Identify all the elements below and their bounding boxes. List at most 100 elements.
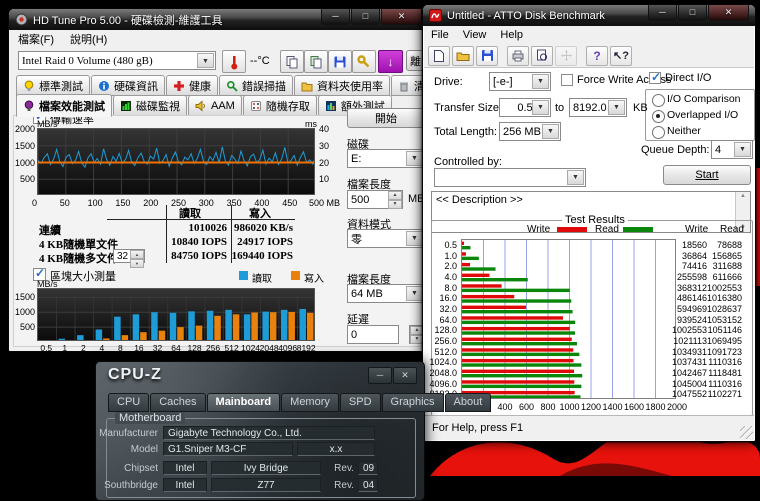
block-size-label: 區塊大小測量 [50, 268, 116, 284]
print-button[interactable] [507, 46, 529, 66]
start-button[interactable]: 開始 [347, 108, 425, 128]
save-button[interactable] [476, 46, 498, 66]
atto-minimize-button[interactable]: ─ [648, 5, 677, 21]
radio-label: Neither [667, 125, 701, 137]
data-mode-select[interactable]: 零▼ [347, 229, 425, 248]
atto-xtick: 600 [517, 402, 537, 412]
hdtune-tab-2[interactable]: 健康 [166, 75, 218, 96]
latency-input[interactable]: 0 [347, 325, 399, 344]
hdtune-menu-1[interactable]: 說明(H) [70, 31, 107, 47]
atto-titlebar[interactable]: Untitled - ATTO Disk Benchmark ─ □ ✕ [423, 5, 755, 26]
block-size-chart [37, 288, 315, 341]
read-legend-label: Read [595, 224, 619, 235]
cpuz-tab-caches[interactable]: Caches [150, 393, 205, 412]
spinner-up-icon[interactable]: ▲ [388, 191, 402, 200]
atto-read-value: 1110316 [423, 379, 742, 389]
southbridge-label: Southbridge [96, 480, 158, 491]
chipset-value: Ivy Bridge [211, 461, 321, 475]
cpuz-tab-mainboard[interactable]: Mainboard [207, 393, 281, 412]
status-text: For Help, press F1 [432, 422, 523, 434]
atto-read-value: 1002553 [423, 283, 742, 293]
controlled-by-select[interactable]: ▼ [434, 168, 586, 187]
hdtune-tab2-3[interactable]: 隨機存取 [243, 95, 317, 116]
file-length-spinner[interactable]: 500 ▲▼ [347, 190, 403, 209]
atto-read-value: 1016380 [423, 293, 742, 303]
atto-toolbar: ? ↖? [424, 44, 754, 68]
drive-select[interactable]: [-e-]▼ [489, 72, 551, 91]
copy-icon [285, 55, 299, 69]
move-button[interactable] [555, 46, 577, 66]
open-folder-icon [456, 50, 470, 62]
total-length-select[interactable]: 256 MB▼ [499, 122, 561, 141]
hdtune-window-title: HD Tune Pro 5.00 - 硬碟檢測-維護工具 [33, 12, 223, 28]
description-text: << Description >> [436, 194, 523, 206]
hdtune-maximize-button[interactable]: □ [351, 9, 380, 25]
hdtune-tab2-1[interactable]: 磁碟監視 [113, 95, 187, 116]
radio-overlapped-i-o[interactable] [652, 110, 665, 123]
chart2-xtick: 8 [111, 343, 129, 353]
cpuz-tab-cpu[interactable]: CPU [108, 393, 149, 412]
atto-menu-0[interactable]: File [431, 29, 449, 41]
tab-label: 磁碟監視 [136, 98, 180, 114]
atto-xtick: 1800 [646, 402, 666, 412]
file-length2-select[interactable]: 64 MB▼ [347, 284, 425, 303]
hdtune-tab-0[interactable]: 標準測試 [16, 75, 90, 96]
disk-select[interactable]: E:▼ [347, 149, 425, 168]
chart1-xtick: 450 [282, 198, 297, 208]
options-button[interactable] [352, 50, 376, 73]
tab-label: 檔案效能測試 [39, 98, 105, 114]
chart1-ytick: 500 [11, 174, 35, 184]
cpuz-tab-memory[interactable]: Memory [281, 393, 339, 412]
hdtune-minimize-button[interactable]: ─ [321, 9, 350, 25]
cpuz-tab-about[interactable]: About [445, 393, 492, 412]
scroll-up-icon[interactable]: ▲ [740, 193, 746, 199]
resize-grip[interactable] [740, 426, 753, 439]
transfer-to-select[interactable]: 8192.0▼ [569, 98, 627, 117]
spinner-down-icon[interactable]: ▼ [388, 200, 402, 209]
chevron-down-icon: ▼ [406, 286, 423, 301]
queue-depth-select[interactable]: 4▼ [711, 140, 753, 159]
atto-menu-2[interactable]: Help [500, 29, 523, 41]
cpuz-close-button[interactable]: ✕ [393, 367, 417, 384]
download-button[interactable]: ↓ [378, 50, 403, 73]
write-legend-label: 寫入 [304, 270, 324, 285]
chart2-ytick: 1500 [11, 292, 35, 302]
save-button[interactable] [328, 50, 352, 73]
tab-label: AAM [211, 100, 235, 112]
open-button[interactable] [452, 46, 474, 66]
cpuz-tab-graphics[interactable]: Graphics [382, 393, 444, 412]
force-write-checkbox[interactable] [561, 74, 573, 86]
atto-maximize-button[interactable]: □ [678, 5, 707, 21]
direct-io-label: Direct I/O [665, 72, 711, 84]
chipset-label: Chipset [96, 463, 158, 474]
hdtune-close-button[interactable]: ✕ [381, 9, 422, 25]
radio-neither[interactable] [652, 126, 665, 139]
hdtune-titlebar[interactable]: HD Tune Pro 5.00 - 硬碟檢測-維護工具 ─ □ ✕ [9, 9, 428, 30]
atto-close-button[interactable]: ✕ [708, 5, 749, 21]
kb-label: KB [633, 102, 648, 114]
chart1-xtick: 50 [60, 198, 70, 208]
hdtune-drive-select[interactable]: Intel Raid 0 Volume (480 gB)▼ [18, 51, 216, 70]
hdtune-tab-1[interactable]: 硬碟資訊 [91, 75, 165, 96]
context-help-button[interactable]: ↖? [610, 46, 632, 66]
new-file-button[interactable] [428, 46, 450, 66]
radio-i-o-comparison[interactable] [652, 94, 665, 107]
cpuz-minimize-button[interactable]: ─ [368, 367, 392, 384]
direct-io-checkbox[interactable] [649, 72, 661, 84]
copy-button[interactable] [280, 50, 304, 73]
hdtune-tab-4[interactable]: 資料夾使用率 [294, 75, 390, 96]
hdtune-tab2-0[interactable]: 檔案效能測試 [16, 94, 112, 117]
start-button[interactable]: Start [663, 165, 751, 185]
hdtune-tab-3[interactable]: 錯誤掃描 [219, 75, 293, 96]
hdtune-tab2-2[interactable]: AAM [188, 95, 242, 116]
model-label: Model [96, 444, 158, 455]
cpuz-tab-spd[interactable]: SPD [340, 393, 381, 412]
copy-image-button[interactable] [304, 50, 328, 73]
print-preview-button[interactable] [531, 46, 553, 66]
atto-menu-1[interactable]: View [463, 29, 487, 41]
transfer-from-select[interactable]: 0.5▼ [499, 98, 551, 117]
hdtune-menu-0[interactable]: 檔案(F) [18, 31, 54, 47]
random-icon [250, 100, 262, 112]
help-button[interactable]: ? [586, 46, 608, 66]
temperature-button[interactable] [222, 50, 246, 73]
